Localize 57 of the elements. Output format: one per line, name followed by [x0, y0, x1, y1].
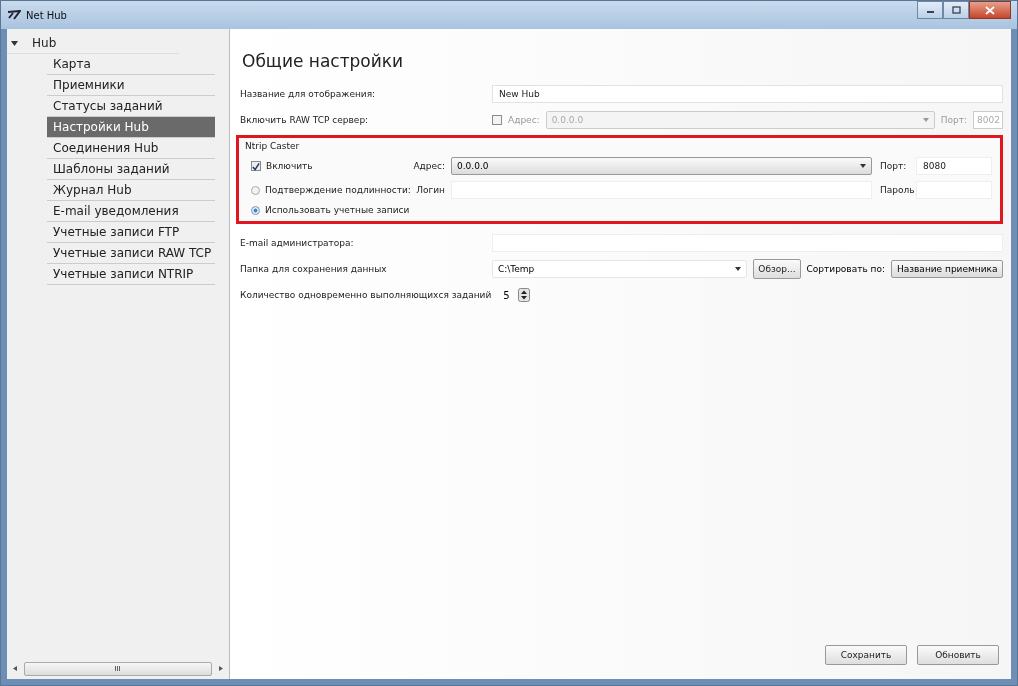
tree-item[interactable]: Учетные записи FTP — [47, 222, 215, 243]
scroll-left-icon[interactable] — [13, 666, 18, 671]
tree-item[interactable]: Учетные записи RAW TCP — [47, 243, 215, 264]
action-button[interactable]: Обновить — [917, 645, 999, 665]
job-count-spinner[interactable]: 5 — [499, 285, 530, 305]
field-label: Адрес: — [413, 161, 445, 171]
maximize-icon — [951, 6, 961, 14]
caret-icon — [860, 164, 866, 168]
radio-button[interactable] — [251, 185, 260, 195]
caret-icon — [735, 267, 742, 271]
folder-dropdown[interactable]: C:\Temp — [492, 260, 748, 278]
display-name-field[interactable]: New Hub — [492, 85, 1003, 103]
close-icon — [985, 5, 995, 15]
tree-item[interactable]: Соединения Hub — [47, 138, 215, 159]
tree-item[interactable]: Учетные записи NTRIP — [47, 264, 215, 285]
address-dropdown[interactable]: 0.0.0.0 — [451, 157, 872, 175]
tree-item[interactable]: Журнал Hub — [47, 180, 215, 201]
app-logo-icon — [7, 10, 21, 20]
field-label: Порт: — [880, 161, 908, 171]
browse-button[interactable]: Обзор... — [753, 259, 801, 279]
field-label: Пароль — [880, 185, 916, 195]
field-label: E-mail администратора: — [240, 238, 355, 248]
field-label: Сортировать по: — [806, 264, 885, 274]
maximize-button[interactable] — [943, 1, 969, 19]
tree-item[interactable]: Шаблоны заданий — [47, 159, 215, 180]
field-label: Количество одновременно выполняющихся заданий — [240, 290, 492, 300]
checkbox-label: Включить — [266, 161, 313, 171]
checkbox[interactable] — [251, 161, 261, 171]
sort-dropdown[interactable]: Название приемника — [891, 260, 1003, 278]
field-label: Включить RAW TCP сервер: — [240, 115, 370, 125]
port-field[interactable]: 8080 — [916, 157, 992, 175]
tree-item[interactable]: Hub — [32, 36, 57, 50]
field-label: Название для отображения: — [240, 89, 377, 99]
checkbox[interactable] — [492, 115, 502, 125]
field-label: Адрес: — [508, 115, 540, 125]
radio-button[interactable] — [251, 205, 260, 215]
field-label: Логин — [416, 185, 445, 195]
close-button[interactable] — [969, 1, 1011, 19]
scroll-right-icon[interactable] — [218, 666, 223, 671]
radio-label: Использовать учетные записи — [265, 205, 410, 215]
tree-item[interactable]: Настройки Hub — [47, 117, 215, 138]
group-title: Ntrip Caster — [245, 141, 301, 151]
spin-arrows-icon[interactable] — [517, 288, 530, 302]
expand-arrow-icon[interactable] — [11, 40, 18, 46]
window-title: Net Hub — [26, 9, 67, 21]
field-label: Порт: — [940, 115, 967, 125]
grip-icon — [115, 666, 121, 671]
radio-label: Подтверждение подлинности: — [265, 185, 411, 195]
horizontal-scrollbar[interactable] — [13, 661, 223, 676]
caret-icon — [922, 118, 929, 122]
tree-item[interactable]: Карта — [47, 54, 215, 75]
field-label: Папка для сохранения данных — [240, 264, 388, 274]
action-button[interactable]: Сохранить — [825, 645, 907, 665]
minimize-button[interactable] — [917, 1, 943, 19]
tree-item[interactable]: E-mail уведомления — [47, 201, 215, 222]
tree-item[interactable]: Приемники — [47, 75, 215, 96]
page-heading: Общие настройки — [242, 51, 405, 71]
